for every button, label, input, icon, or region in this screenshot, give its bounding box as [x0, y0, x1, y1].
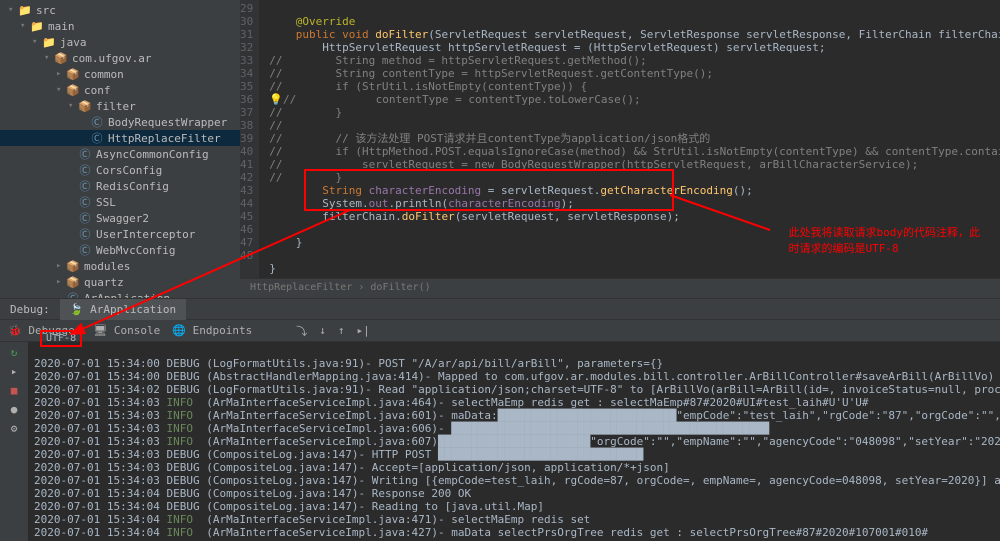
tree-cls-redis[interactable]: ⒸRedisConfig [0, 178, 240, 194]
breakpoints-icon[interactable]: ● [11, 403, 18, 416]
code-highlight-box [304, 169, 674, 211]
tab-console[interactable]: 🖥 Console [93, 324, 160, 337]
tree-cls-swagger[interactable]: ⒸSwagger2 [0, 210, 240, 226]
log-line: 2020-07-01 15:34:03 INFO (ArMaInterfaceS… [34, 422, 994, 435]
debug-side-toolbar: ↻ ▸ ■ ● ⚙ [0, 342, 28, 541]
rerun-icon[interactable]: ↻ [11, 346, 18, 359]
tree-pkg-filter[interactable]: ▾📦filter [0, 98, 240, 114]
debug-run-config[interactable]: 🍃 ArApplication [60, 299, 186, 320]
step-out-icon[interactable]: ↑ [338, 324, 345, 337]
log-line: 2020-07-01 15:34:03 DEBUG (CompositeLog.… [34, 461, 994, 474]
debug-label: Debug: [0, 299, 60, 320]
log-line: 2020-07-01 15:34:03 INFO (ArMaInterfaceS… [34, 409, 994, 422]
tree-pkg-modules[interactable]: ▸📦modules [0, 258, 240, 274]
tree-cls-webmvc[interactable]: ⒸWebMvcConfig [0, 242, 240, 258]
log-line: 2020-07-01 15:34:04 INFO (ArMaInterfaceS… [34, 513, 994, 526]
log-line: 2020-07-01 15:34:03 DEBUG (CompositeLog.… [34, 448, 994, 461]
line-gutter: 2930313233343536373839404142434445464748 [240, 0, 259, 278]
annotation-text: 此处我将读取请求body的代码注释，此 时请求的编码是UTF-8 [789, 225, 981, 257]
tree-pkg-conf[interactable]: ▾📦conf [0, 82, 240, 98]
intention-bulb-icon[interactable]: 💡 [269, 93, 283, 106]
console-output[interactable]: 2020-07-01 15:34:00 DEBUG (LogFormatUtil… [28, 342, 1000, 541]
log-line: 2020-07-01 15:34:04 DEBUG (CompositeLog.… [34, 487, 994, 500]
debug-tab-bar: Debug: 🍃 ArApplication [0, 298, 1000, 320]
log-line: 2020-07-01 15:34:00 DEBUG (LogFormatUtil… [34, 357, 994, 370]
log-line: 2020-07-01 15:34:02 DEBUG (LogFormatUtil… [34, 383, 994, 396]
step-over-icon[interactable]: ⤵ [296, 323, 307, 339]
breadcrumb[interactable]: HttpReplaceFilter › doFilter() [240, 278, 1000, 298]
debugger-toolbar: 🐞 Debugger 🖥 Console 🌐 Endpoints ⤵ ↓ ↑ ▸… [0, 320, 1000, 342]
stop-icon[interactable]: ■ [11, 384, 18, 397]
log-line: 2020-07-01 15:34:03 INFO (ArMaInterfaceS… [34, 396, 994, 409]
log-line: 2020-07-01 15:34:03 DEBUG (CompositeLog.… [34, 474, 994, 487]
tree-folder-java[interactable]: ▾📁java [0, 34, 240, 50]
step-into-icon[interactable]: ↓ [319, 324, 326, 337]
tree-folder-src[interactable]: ▾📁src [0, 2, 240, 18]
project-tree[interactable]: ▾📁src ▾📁main ▾📁java ▾📦com.ufgov.ar ▸📦com… [0, 0, 240, 298]
utf8-output-highlight: UTF-8 [40, 330, 82, 347]
tree-pkg-quartz[interactable]: ▸📦quartz [0, 274, 240, 290]
log-line: 2020-07-01 15:34:04 DEBUG (CompositeLog.… [34, 500, 994, 513]
tree-cls-httprepl[interactable]: ⒸHttpReplaceFilter [0, 130, 240, 146]
tree-pkg-root[interactable]: ▾📦com.ufgov.ar [0, 50, 240, 66]
tree-cls-async[interactable]: ⒸAsyncCommonConfig [0, 146, 240, 162]
tree-cls-ssl[interactable]: ⒸSSL [0, 194, 240, 210]
tree-pkg-common[interactable]: ▸📦common [0, 66, 240, 82]
tab-endpoints[interactable]: 🌐 Endpoints [172, 324, 252, 337]
tree-cls-arapp[interactable]: ⒸArApplication [0, 290, 240, 298]
tree-folder-main[interactable]: ▾📁main [0, 18, 240, 34]
log-line: 2020-07-01 15:34:00 DEBUG (AbstractHandl… [34, 370, 994, 383]
tree-cls-userint[interactable]: ⒸUserInterceptor [0, 226, 240, 242]
settings-icon[interactable]: ⚙ [11, 422, 18, 435]
run-to-cursor-icon[interactable]: ▸| [356, 324, 369, 337]
tree-cls-cors[interactable]: ⒸCorsConfig [0, 162, 240, 178]
resume-icon[interactable]: ▸ [11, 365, 18, 378]
log-line: 2020-07-01 15:34:03 INFO (ArMaInterfaceS… [34, 435, 994, 448]
tree-cls-bodyreq[interactable]: ⒸBodyRequestWrapper [0, 114, 240, 130]
log-line: 2020-07-01 15:34:04 INFO (ArMaInterfaceS… [34, 526, 994, 539]
